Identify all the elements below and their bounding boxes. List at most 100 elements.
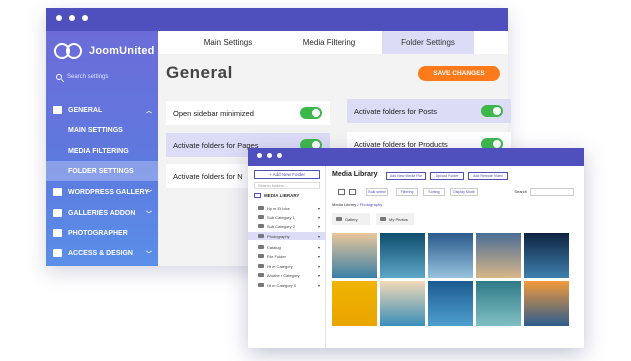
sidebar-item-main-settings[interactable]: MAIN SETTINGS	[46, 120, 158, 140]
folder-label: Photography	[267, 233, 290, 239]
media-thumbnail[interactable]	[428, 281, 473, 326]
more-icon[interactable]: ▾	[318, 283, 320, 288]
media-thumbnail[interactable]	[428, 233, 473, 278]
sorting-button[interactable]: Sorting	[423, 188, 445, 196]
folder-card-label: My Photos	[389, 216, 408, 222]
chevron-down-icon: ﹀	[145, 251, 152, 258]
search-icon	[56, 74, 62, 80]
folder-icon	[336, 217, 342, 221]
window-controls[interactable]	[257, 153, 282, 158]
sidebar-item-label: FOLDER SETTINGS	[68, 167, 134, 175]
tab-media-filtering[interactable]: Media Filtering	[278, 31, 380, 54]
folder-icon	[380, 217, 386, 221]
window-controls[interactable]	[56, 15, 88, 21]
media-library-title: Media Library	[332, 171, 378, 178]
more-icon[interactable]: ▾	[318, 264, 320, 269]
media-thumbnail[interactable]	[524, 281, 569, 326]
more-icon[interactable]: ▾	[318, 254, 320, 259]
folder-tree-item-selected[interactable]: Photography ▾	[248, 232, 326, 240]
tab-main-settings[interactable]: Main Settings	[178, 31, 278, 54]
addon-icon	[53, 209, 62, 217]
media-thumbnail[interactable]	[380, 281, 425, 326]
add-folder-button[interactable]: + Add New Folder	[254, 170, 320, 179]
folder-tree-item[interactable]: Sub Category 1 ▾	[248, 213, 326, 221]
option-folders-posts: Activate folders for Posts	[347, 99, 511, 123]
folder-card-gallery[interactable]: Gallery	[332, 213, 370, 225]
tab-folder-settings[interactable]: Folder Settings	[382, 31, 474, 54]
sidebar-item-label: ACCESS & DESIGN	[68, 249, 133, 257]
folder-tree-item[interactable]: Ht m Category ▾	[248, 262, 326, 270]
window-titlebar	[248, 148, 584, 166]
sidebar-item-photographer[interactable]: PHOTOGRAPHER	[46, 223, 158, 243]
sidebar-item-media-filtering[interactable]: MEDIA FILTERING	[46, 141, 158, 161]
more-icon[interactable]: ▾	[318, 206, 320, 211]
add-media-button[interactable]: Add New Media File	[386, 172, 426, 180]
sidebar-item-folder-settings[interactable]: FOLDER SETTINGS	[46, 161, 158, 181]
folder-label: Sub Category 2	[267, 223, 295, 229]
folder-label: Ht m Category 0	[267, 282, 297, 288]
camera-icon	[53, 229, 62, 237]
option-label: Activate folders for Pages	[173, 140, 259, 150]
sidebar-item-label: GALLERIES ADDON	[68, 209, 136, 217]
folder-search-input[interactable]: Search folders...	[254, 182, 320, 189]
sidebar-item-general[interactable]: GENERAL ︿	[46, 100, 158, 120]
sidebar-item-access-design[interactable]: ACCESS & DESIGN ﹀	[46, 243, 158, 263]
grid-view-icon[interactable]	[349, 189, 356, 195]
media-thumbnail[interactable]	[524, 233, 569, 278]
folder-card-my-photos[interactable]: My Photos	[376, 213, 414, 225]
brand-name: JoomUnited	[89, 45, 155, 57]
media-thumbnail[interactable]	[476, 281, 521, 326]
folder-tree-item[interactable]: Ht m Category 0 ▾	[248, 281, 326, 289]
media-thumbnail[interactable]	[380, 233, 425, 278]
sidebar-item-galleries-addon[interactable]: GALLERIES ADDON ﹀	[46, 203, 158, 223]
logo-icon	[54, 43, 84, 59]
breadcrumb: Media Library / Photography	[332, 202, 382, 207]
folder-icon	[258, 254, 264, 258]
home-icon	[53, 106, 62, 114]
display-mode-button[interactable]: Display Mode	[450, 188, 478, 196]
root-label: MEDIA LIBRARY	[264, 193, 300, 198]
folder-tree-item[interactable]: Sub Category 2 ▾	[248, 222, 326, 230]
settings-tabs: Main Settings Media Filtering Folder Set…	[158, 31, 508, 54]
option-label: Activate folders for Posts	[354, 106, 437, 116]
settings-search[interactable]: Search settings	[56, 74, 108, 80]
sidebar-item-label: MEDIA FILTERING	[68, 147, 129, 155]
more-icon[interactable]: ▾	[318, 234, 320, 239]
toggle-switch[interactable]	[481, 105, 503, 117]
folder-icon	[258, 215, 264, 219]
folder-icon	[258, 273, 264, 277]
folder-tree-item[interactable]: Hy m Et lolor ▾	[248, 204, 326, 212]
toggle-switch[interactable]	[300, 107, 322, 119]
sidebar-item-label: GENERAL	[68, 106, 103, 114]
add-remote-video-button[interactable]: Add Remote Video	[468, 172, 508, 180]
bulk-select-button[interactable]: Bulk select	[366, 188, 388, 196]
sidebar-item-wordpress-gallery[interactable]: WORDPRESS GALLERY ﹀	[46, 182, 158, 202]
chevron-up-icon: ︿	[145, 108, 152, 115]
folder-tree-item[interactable]: Anothe r Category ▾	[248, 271, 326, 279]
media-search-input[interactable]	[530, 188, 574, 196]
upload-folder-button[interactable]: Upload Folder	[430, 172, 464, 180]
more-icon[interactable]: ▾	[318, 224, 320, 229]
folder-label: Catalog	[267, 244, 281, 250]
folder-label: Hy m Et lolor	[267, 205, 290, 211]
breadcrumb-root[interactable]: Media Library /	[332, 202, 360, 207]
folder-tree-item[interactable]: File Folder ▾	[248, 252, 326, 260]
filtering-button[interactable]: Filtering	[396, 188, 418, 196]
folder-icon	[258, 224, 264, 228]
save-changes-button[interactable]: SAVE CHANGES	[418, 66, 500, 81]
option-label: Open sidebar minimized	[173, 108, 254, 118]
media-thumbnail[interactable]	[332, 281, 377, 326]
more-icon[interactable]: ▾	[318, 215, 320, 220]
media-thumbnail[interactable]	[332, 233, 377, 278]
list-view-icon[interactable]	[338, 189, 345, 195]
folder-icon	[258, 283, 264, 287]
more-icon[interactable]: ▾	[318, 273, 320, 278]
media-library-root[interactable]: MEDIA LIBRARY	[254, 193, 299, 198]
window-titlebar	[46, 8, 508, 31]
folder-icon	[258, 206, 264, 210]
more-icon[interactable]: ▾	[318, 245, 320, 250]
media-thumbnail[interactable]	[476, 233, 521, 278]
folder-label: Sub Category 1	[267, 214, 295, 220]
folder-label: Anothe r Category	[267, 272, 300, 278]
folder-tree-item[interactable]: Catalog ▾	[248, 243, 326, 251]
